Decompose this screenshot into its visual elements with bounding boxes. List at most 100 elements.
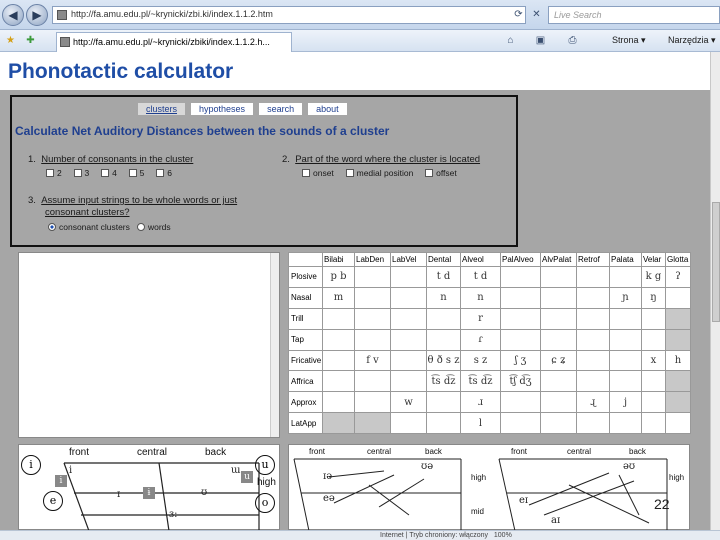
ipa-cell: t͡ʃ d͡ʒ bbox=[500, 370, 541, 393]
ipa-cell bbox=[576, 328, 610, 351]
ipa-cell bbox=[322, 370, 355, 393]
forward-icon[interactable]: ▶ bbox=[26, 4, 48, 26]
print-icon[interactable]: ⎙ bbox=[566, 34, 579, 47]
ipa-cell bbox=[540, 307, 577, 330]
address-input[interactable]: http://fa.amu.edu.pl/~krynicki/zbi.ki/in… bbox=[52, 6, 526, 24]
ipa-row: LatApp l bbox=[288, 412, 691, 434]
ipa-cell bbox=[354, 328, 391, 351]
add-favorite-icon[interactable]: ✚ bbox=[24, 34, 37, 47]
ipa-cell bbox=[665, 412, 691, 434]
ipa-cell bbox=[500, 412, 541, 434]
ipa-row-header: Plosive bbox=[288, 266, 323, 288]
tools-menu[interactable]: Narzędzia ▾ bbox=[668, 35, 716, 46]
tab-title: http://fa.amu.edu.pl/~krynicki/zbiki/ind… bbox=[73, 37, 270, 47]
ipa-column-header: AlvPalat bbox=[540, 252, 577, 267]
ipa-cell bbox=[641, 412, 666, 434]
vowel-barred-i-box: ɨ bbox=[143, 487, 155, 499]
favorites-star-icon[interactable]: ★ bbox=[4, 34, 17, 47]
tab-search[interactable]: search bbox=[259, 103, 303, 115]
ipa-cell bbox=[540, 412, 577, 434]
ipa-cell bbox=[322, 349, 355, 372]
checkbox-4[interactable] bbox=[101, 169, 110, 177]
scrollbar-thumb[interactable] bbox=[712, 202, 720, 322]
ipa-cell bbox=[500, 286, 541, 309]
ipa-row-header: LatApp bbox=[288, 412, 323, 434]
search-input[interactable]: Live Search bbox=[548, 6, 720, 24]
ipa-cell: ʔ bbox=[665, 266, 691, 288]
refresh-icon[interactable]: ⟳ bbox=[512, 8, 525, 21]
ipa-consonant-table: Bilabi LabDen LabVel Dental Alveol PalAlveo Al… bbox=[288, 252, 691, 434]
ipa-cell: ɲ bbox=[609, 286, 642, 309]
ipa-cell bbox=[500, 391, 541, 414]
ipa-cell bbox=[576, 412, 610, 434]
page-title: Phonotactic calculator bbox=[8, 60, 234, 83]
ipa-cell bbox=[354, 370, 391, 393]
stop-icon[interactable]: ✕ bbox=[530, 8, 543, 21]
ipa-cell bbox=[322, 328, 355, 351]
ipa-cell bbox=[665, 370, 691, 393]
browser-tab[interactable]: http://fa.amu.edu.pl/~krynicki/zbiki/ind… bbox=[56, 32, 292, 52]
diphthong-vowel-chart: front central back front central back hi… bbox=[288, 444, 690, 531]
ipa-row: Affrica t͡s d͡z t͡s d͡z t͡ʃ d͡ʒ bbox=[288, 370, 691, 393]
feeds-icon[interactable]: ▣ bbox=[534, 34, 547, 47]
tab-about[interactable]: about bbox=[308, 103, 347, 115]
checkbox-5[interactable] bbox=[128, 169, 137, 177]
page-menu[interactable]: Strona ▾ bbox=[612, 35, 646, 46]
tab-bar: ★ ✚ http://fa.amu.edu.pl/~krynicki/zbiki… bbox=[0, 30, 720, 52]
ipa-cell: n bbox=[426, 286, 461, 309]
tab-clusters[interactable]: clusters bbox=[138, 103, 186, 115]
ipa-cell: m bbox=[322, 286, 355, 309]
panel-title: Calculate Net Auditory Distances between… bbox=[15, 124, 390, 138]
ipa-cell: t d bbox=[460, 266, 501, 288]
ipa-row-header: Tap bbox=[288, 328, 323, 351]
ipa-cell bbox=[540, 328, 577, 351]
ipa-cell bbox=[390, 370, 427, 393]
question-3: 3. Assume input strings to be whole word… bbox=[28, 195, 238, 206]
ipa-cell bbox=[641, 370, 666, 393]
ipa-column-header: Palata bbox=[609, 252, 642, 267]
ipa-cell: ɻ bbox=[576, 391, 610, 414]
ipa-column-header: LabDen bbox=[354, 252, 391, 267]
vowel-o-circle: o bbox=[255, 493, 275, 513]
checkbox-onset[interactable] bbox=[302, 169, 310, 177]
ipa-cell bbox=[426, 412, 461, 434]
status-bar: Internet | Tryb chroniony: włączony 100% bbox=[0, 530, 720, 540]
ipa-row: Tap ɾ bbox=[288, 328, 691, 351]
ipa-cell bbox=[354, 307, 391, 330]
ipa-cell bbox=[641, 391, 666, 414]
address-bar-area: ◀ ▶ http://fa.amu.edu.pl/~krynicki/zbi.k… bbox=[0, 0, 720, 30]
vowel-e-circle: e bbox=[43, 491, 63, 511]
ipa-cell: n bbox=[460, 286, 501, 309]
ipa-row: Plosive p b t dt d k gʔ bbox=[288, 266, 691, 288]
ipa-cell: k g bbox=[641, 266, 666, 288]
ipa-cell: ɾ bbox=[460, 328, 501, 351]
page-favicon-icon bbox=[57, 10, 67, 20]
checkbox-medial[interactable] bbox=[345, 169, 354, 177]
ipa-row-header: Fricative bbox=[288, 349, 323, 372]
radio-words[interactable] bbox=[136, 223, 145, 231]
ipa-cell: j bbox=[609, 391, 642, 414]
ipa-cell bbox=[609, 328, 642, 351]
radio-consonant-clusters[interactable] bbox=[48, 223, 56, 231]
consonant-count-options: 2 3 4 5 6 bbox=[46, 168, 172, 178]
tab-hypotheses[interactable]: hypotheses bbox=[191, 103, 254, 115]
ipa-cell bbox=[354, 266, 391, 288]
ipa-cell bbox=[500, 307, 541, 330]
home-icon[interactable]: ⌂ bbox=[504, 34, 517, 47]
ipa-cell bbox=[609, 370, 642, 393]
results-textarea[interactable] bbox=[18, 252, 280, 438]
checkbox-offset[interactable] bbox=[425, 169, 434, 177]
ipa-cell bbox=[390, 349, 427, 372]
checkbox-6[interactable] bbox=[156, 169, 165, 177]
checkbox-3[interactable] bbox=[73, 169, 82, 177]
ipa-cell: ɕ ʑ bbox=[540, 349, 577, 372]
back-icon[interactable]: ◀ bbox=[2, 4, 24, 26]
ipa-cell: t͡s d͡z bbox=[460, 370, 501, 393]
ipa-cell bbox=[609, 412, 642, 434]
ipa-cell bbox=[609, 349, 642, 372]
ipa-cell bbox=[665, 286, 691, 309]
checkbox-2[interactable] bbox=[46, 169, 54, 177]
page-scrollbar[interactable] bbox=[710, 52, 720, 530]
ipa-cell bbox=[390, 328, 427, 351]
textarea-scrollbar[interactable] bbox=[270, 253, 279, 437]
